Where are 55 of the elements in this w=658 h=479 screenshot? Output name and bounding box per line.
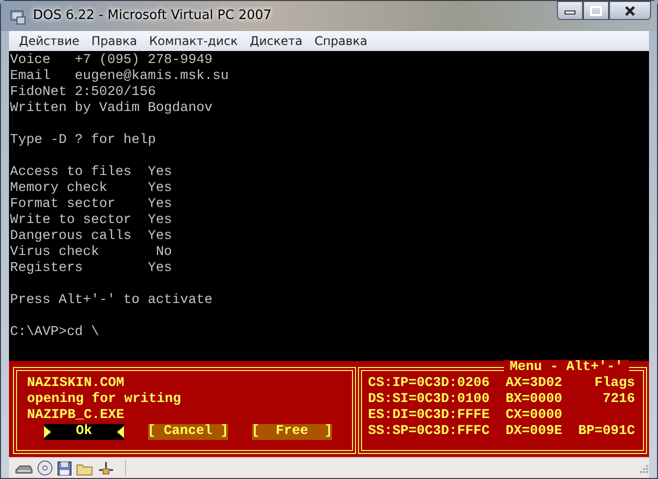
register-value: SS:SP=0C3D:FFFC: [368, 424, 490, 440]
option-value: Yes: [148, 196, 172, 213]
minimize-button[interactable]: [557, 1, 583, 20]
console-line: Written by Vadim Bogdanov: [10, 100, 213, 116]
register-value: Flags: [593, 376, 635, 392]
option-label: Write to sector: [10, 212, 133, 229]
console-line: Press Alt+'-' to activate: [10, 292, 213, 308]
console-line: FidoNet 2:5020/156: [10, 84, 156, 100]
option-value: Yes: [148, 180, 172, 197]
option-label: Memory check: [10, 180, 108, 197]
register-value: BX=0000: [506, 392, 562, 408]
menu-item[interactable]: Справка: [308, 34, 374, 48]
option-label: Virus check: [10, 244, 100, 261]
maximize-icon: [590, 6, 602, 16]
option-label: Access to files: [10, 164, 133, 181]
console-line: C:\AVP>cd \: [10, 324, 100, 340]
close-button[interactable]: [609, 1, 651, 20]
register-value: DX=009E: [506, 424, 562, 440]
option-value: No: [154, 244, 172, 261]
network-icon[interactable]: [97, 460, 115, 476]
register-value: AX=3D02: [506, 376, 562, 392]
window-title: DOS 6.22 - Microsoft Virtual PC 2007: [33, 8, 273, 24]
register-value: CS:IP=0C3D:0206: [368, 376, 490, 392]
console-line: Email eugene@kamis.msk.su: [10, 68, 229, 84]
option-label: Registers: [10, 260, 84, 277]
dialog-button[interactable]: Ok: [44, 424, 124, 440]
close-icon: [624, 4, 636, 16]
console-line: Type -D ? for help: [10, 132, 156, 148]
dialog-button[interactable]: [ Free ]: [252, 424, 332, 440]
console-line: Voice +7 (095) 278-9949: [10, 52, 213, 68]
menu-item[interactable]: Правка: [85, 34, 144, 48]
disc-icon[interactable]: [37, 460, 53, 476]
option-value: Yes: [148, 212, 172, 229]
menu-item[interactable]: Действие: [13, 34, 86, 48]
resize-grip-icon[interactable]: [638, 462, 649, 474]
option-value: Yes: [148, 260, 172, 277]
register-value: DS:SI=0C3D:0100: [368, 392, 490, 408]
register-value: CX=0000: [506, 408, 562, 424]
option-label: Format sector: [10, 196, 116, 213]
maximize-button[interactable]: [583, 1, 609, 20]
option-value: Yes: [148, 164, 172, 181]
register-value: ES:DI=0C3D:FFFE: [368, 408, 490, 424]
floppy-icon[interactable]: [57, 460, 72, 476]
register-value: BP=091C: [578, 424, 635, 440]
menu-item[interactable]: Компакт-диск: [143, 34, 244, 48]
pointer-icon: [116, 424, 124, 440]
message-line: NAZISKIN.COM: [27, 376, 126, 392]
register-value: 7216: [602, 392, 635, 408]
message-line: opening for writing: [27, 392, 182, 408]
pointer-icon: [44, 424, 51, 440]
option-value: Yes: [148, 228, 172, 245]
option-label: Dangerous calls: [10, 228, 133, 245]
message-line: NAZIPB_C.EXE: [27, 408, 126, 424]
dialog-button[interactable]: [ Cancel ]: [148, 424, 228, 440]
menu-item[interactable]: Дискета: [244, 34, 308, 48]
